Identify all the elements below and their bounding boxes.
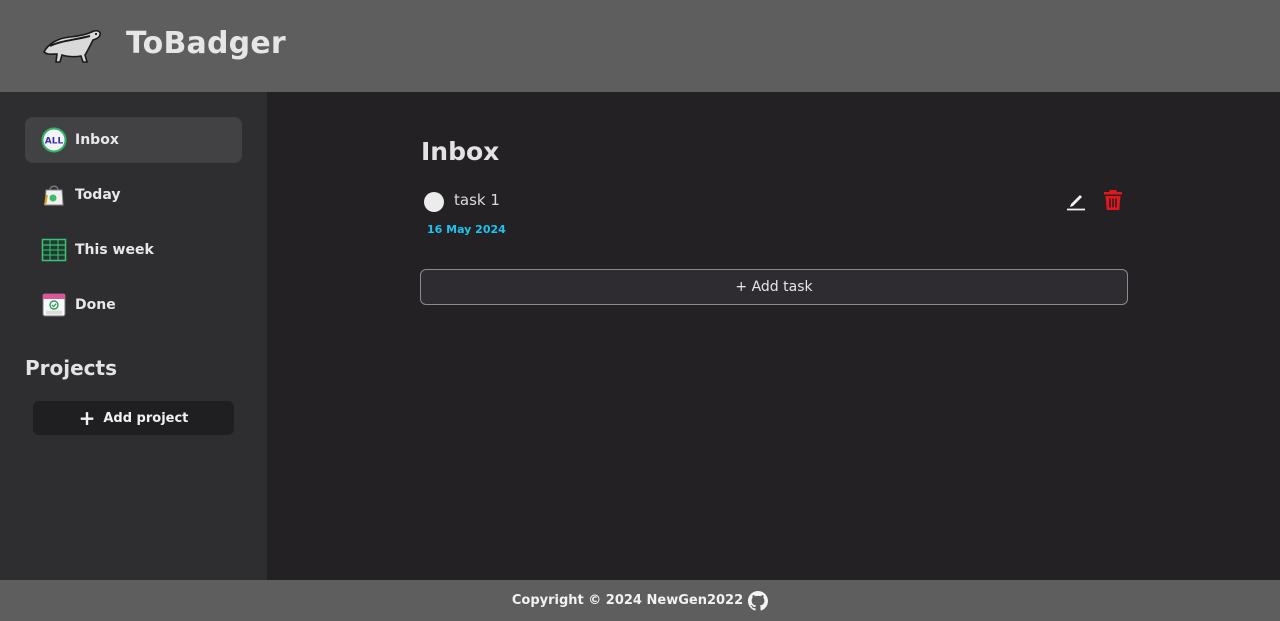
task-complete-checkbox[interactable]: [424, 192, 444, 212]
sidebar-item-done[interactable]: Done: [25, 282, 242, 328]
all-icon: ALL: [41, 127, 67, 153]
page-title: Inbox: [421, 137, 500, 166]
calendar-grid-icon: [41, 237, 67, 263]
sidebar-item-inbox[interactable]: ALL Inbox: [25, 117, 242, 163]
badger-logo-icon: [43, 29, 101, 63]
sidebar-item-this-week[interactable]: This week: [25, 227, 242, 273]
trash-icon[interactable]: [1102, 188, 1124, 212]
footer: Copyright © 2024 NewGen2022: [0, 580, 1280, 621]
sidebar-item-today[interactable]: Today: [25, 172, 242, 218]
sidebar-item-label: Done: [75, 297, 116, 313]
task-name: task 1: [454, 191, 500, 209]
sidebar-item-label: Inbox: [75, 132, 119, 148]
task-item: task 1: [421, 186, 1127, 216]
done-calendar-icon: [41, 292, 67, 318]
svg-text:ALL: ALL: [45, 137, 64, 147]
github-icon[interactable]: [748, 590, 769, 611]
sidebar-item-label: Today: [75, 187, 121, 203]
shopping-bag-icon: [41, 182, 67, 208]
add-project-button[interactable]: + Add project: [33, 401, 234, 435]
task-due-date: 16 May 2024: [427, 223, 506, 236]
copyright-text: Copyright © 2024 NewGen2022: [511, 593, 744, 608]
projects-heading: Projects: [25, 356, 118, 380]
edit-pencil-icon[interactable]: [1065, 189, 1087, 211]
plus-icon: +: [78, 406, 96, 430]
sidebar-item-label: This week: [75, 242, 154, 258]
app-header: ToBadger: [0, 0, 1280, 92]
add-project-label: Add project: [103, 410, 189, 426]
app-title: ToBadger: [126, 26, 286, 61]
add-task-button[interactable]: + Add task: [420, 269, 1128, 305]
sidebar: ALL Inbox Today This week Done Projects …: [0, 92, 267, 580]
